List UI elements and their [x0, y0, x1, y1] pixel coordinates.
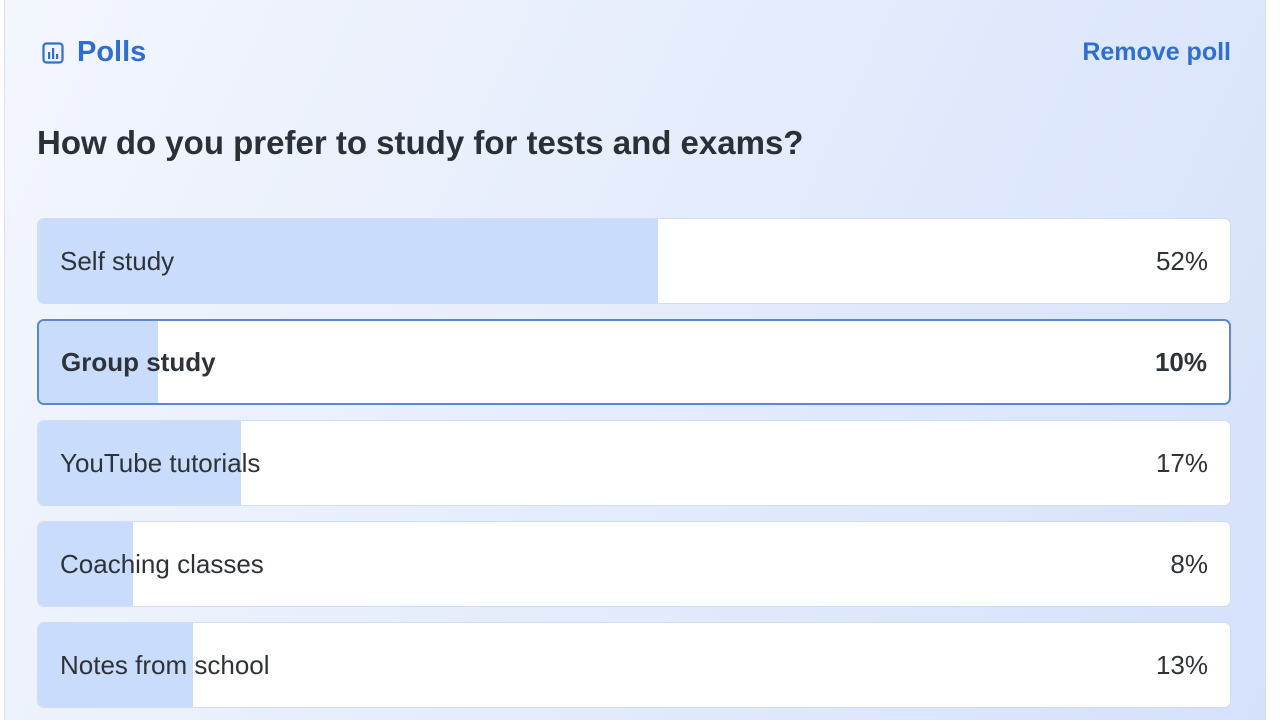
poll-option-label: Group study — [61, 346, 216, 377]
remove-poll-button[interactable]: Remove poll — [1082, 38, 1231, 67]
poll-option-label: Coaching classes — [60, 548, 264, 579]
poll-option-percent: 13% — [1155, 649, 1208, 680]
poll-option-percent: 52% — [1155, 245, 1208, 276]
poll-option-percent: 17% — [1155, 447, 1208, 478]
poll-option-coaching-classes[interactable]: Coaching classes 8% — [37, 521, 1231, 607]
polls-title-link[interactable]: Polls — [41, 36, 146, 69]
poll-option-percent: 8% — [1170, 548, 1208, 579]
poll-option-self-study[interactable]: Self study 52% — [37, 218, 1231, 304]
poll-option-group-study[interactable]: Group study 10% — [37, 319, 1231, 405]
poll-option-percent: 10% — [1154, 346, 1207, 377]
polls-title: Polls — [77, 36, 147, 68]
poll-header: Polls Remove poll — [41, 36, 1231, 72]
bar-chart-icon — [41, 41, 65, 65]
poll-option-youtube-tutorials[interactable]: YouTube tutorials 17% — [37, 420, 1231, 506]
poll-option-label: Notes from school — [60, 649, 270, 680]
poll-option-label: YouTube tutorials — [60, 447, 261, 478]
poll-option-label: Self study — [60, 245, 175, 276]
poll-option-notes-from-school[interactable]: Notes from school 13% — [37, 622, 1231, 708]
poll-question: How do you prefer to study for tests and… — [37, 124, 804, 161]
poll-options: Self study 52% Group study 10% YouTube t… — [37, 218, 1231, 723]
poll-card: Polls Remove poll How do you prefer to s… — [4, 0, 1266, 720]
